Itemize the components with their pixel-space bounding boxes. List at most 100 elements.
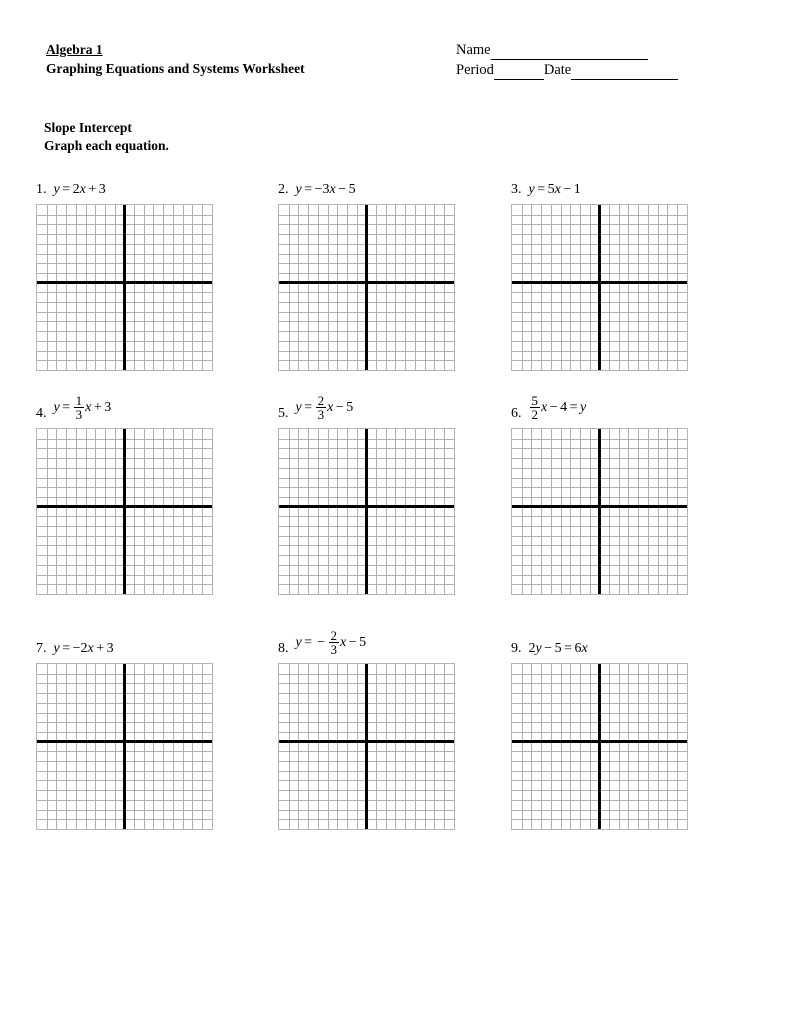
y-axis — [598, 664, 601, 829]
gridline-vertical — [56, 205, 58, 370]
equation: y = −3 x −5 — [296, 182, 356, 198]
problem-number: 1. — [36, 182, 47, 197]
gridline-vertical — [570, 664, 572, 829]
gridline-vertical — [628, 664, 630, 829]
gridline-vertical — [104, 664, 106, 829]
gridline-vertical — [298, 205, 300, 370]
equation-operator: − — [335, 400, 344, 416]
y-axis — [365, 429, 368, 594]
period-label: Period — [456, 62, 494, 78]
equation-operator: + — [96, 641, 105, 656]
gridline-vertical — [424, 205, 426, 370]
grid-holder — [36, 428, 213, 595]
gridline-vertical — [618, 205, 620, 370]
gridline-vertical — [346, 429, 348, 594]
gridline-vertical — [541, 429, 543, 594]
gridline-vertical — [327, 429, 329, 594]
coordinate-grid[interactable] — [511, 663, 688, 830]
gridline-vertical — [182, 205, 184, 370]
fraction-numerator: 1 — [75, 392, 83, 408]
gridline-vertical — [521, 429, 523, 594]
problem-number: 2. — [278, 182, 289, 197]
gridline-vertical — [609, 205, 610, 370]
gridline-vertical — [609, 429, 610, 594]
gridline-vertical — [647, 664, 649, 829]
problem-label: 1. y = 2 x +3 — [36, 168, 213, 198]
equation-operator: = — [304, 400, 313, 416]
coordinate-grid[interactable] — [511, 204, 688, 371]
gridline-vertical — [628, 205, 630, 370]
problem-number: 6. — [511, 406, 522, 421]
gridline-vertical — [531, 429, 533, 594]
name-input-line[interactable] — [490, 46, 648, 60]
problem-item: 6. 5 2 x −4 = y — [511, 392, 688, 595]
problem-number: 7. — [36, 641, 47, 656]
gridline-vertical — [163, 664, 165, 829]
fraction: 23 — [315, 393, 327, 422]
problem-number: 5. — [278, 406, 289, 421]
problem-item: 8. y = −2 3 x −5 — [278, 627, 455, 830]
gridline-vertical — [676, 429, 678, 594]
gridline-vertical — [182, 664, 184, 829]
equation-number: 3 — [106, 641, 114, 656]
date-label: Date — [543, 62, 572, 78]
gridline-vertical — [288, 664, 290, 829]
y-axis — [365, 664, 368, 829]
gridline-vertical — [346, 664, 348, 829]
gridline-vertical — [317, 205, 319, 370]
gridline-vertical — [609, 664, 610, 829]
gridline-vertical — [75, 429, 77, 594]
gridline-vertical — [579, 429, 581, 594]
gridline-vertical — [356, 205, 358, 370]
gridline-vertical — [521, 205, 523, 370]
gridline-vertical — [657, 429, 659, 594]
gridline-vertical — [376, 664, 377, 829]
gridline-vertical — [424, 429, 426, 594]
fraction-denominator: 2 — [529, 406, 540, 422]
gridline-vertical — [201, 664, 203, 829]
coordinate-grid[interactable] — [278, 428, 455, 595]
equation-operator: = — [564, 641, 573, 656]
gridline-vertical — [66, 664, 68, 829]
y-axis — [123, 664, 126, 829]
gridline-vertical — [638, 429, 640, 594]
gridline-vertical — [114, 664, 116, 829]
gridline-vertical — [288, 429, 290, 594]
gridline-vertical — [308, 205, 310, 370]
worksheet-title: Graphing Equations and Systems Worksheet — [46, 61, 305, 76]
equation-operator: − — [563, 182, 572, 197]
equation: y = 2 3 x −5 — [296, 393, 354, 423]
gridline-vertical — [589, 664, 591, 829]
coordinate-grid[interactable] — [278, 663, 455, 830]
gridline-vertical — [192, 429, 194, 594]
gridline-vertical — [66, 429, 68, 594]
gridline-vertical — [385, 664, 387, 829]
coordinate-grid[interactable] — [278, 204, 455, 371]
problem-label: 7. y = −2 x +3 — [36, 627, 213, 657]
period-input-line[interactable] — [493, 66, 544, 80]
gridline-vertical — [405, 205, 407, 370]
problem-label: 9. 2 y −5 = 6 x — [511, 627, 688, 657]
gridline-vertical — [550, 205, 552, 370]
equation-number: 5 — [359, 635, 367, 651]
gridline-vertical — [327, 664, 329, 829]
header-title-block: Algebra 1 Graphing Equations and Systems… — [46, 40, 456, 80]
coordinate-grid[interactable] — [36, 428, 213, 595]
gridline-vertical — [579, 205, 581, 370]
gridline-vertical — [143, 205, 145, 370]
gridline-vertical — [405, 664, 407, 829]
gridline-vertical — [192, 205, 194, 370]
gridline-vertical — [628, 429, 630, 594]
equation-number: 2 — [528, 641, 536, 656]
coordinate-grid[interactable] — [36, 204, 213, 371]
gridline-vertical — [356, 664, 358, 829]
fraction: 13 — [73, 392, 85, 422]
coordinate-grid[interactable] — [511, 428, 688, 595]
date-input-line[interactable] — [571, 66, 679, 80]
grid-holder — [36, 663, 213, 830]
gridline-vertical — [550, 664, 552, 829]
equation: y = −2 3 x −5 — [296, 628, 367, 658]
gridline-vertical — [95, 664, 97, 829]
coordinate-grid[interactable] — [36, 663, 213, 830]
gridline-vertical — [192, 664, 194, 829]
